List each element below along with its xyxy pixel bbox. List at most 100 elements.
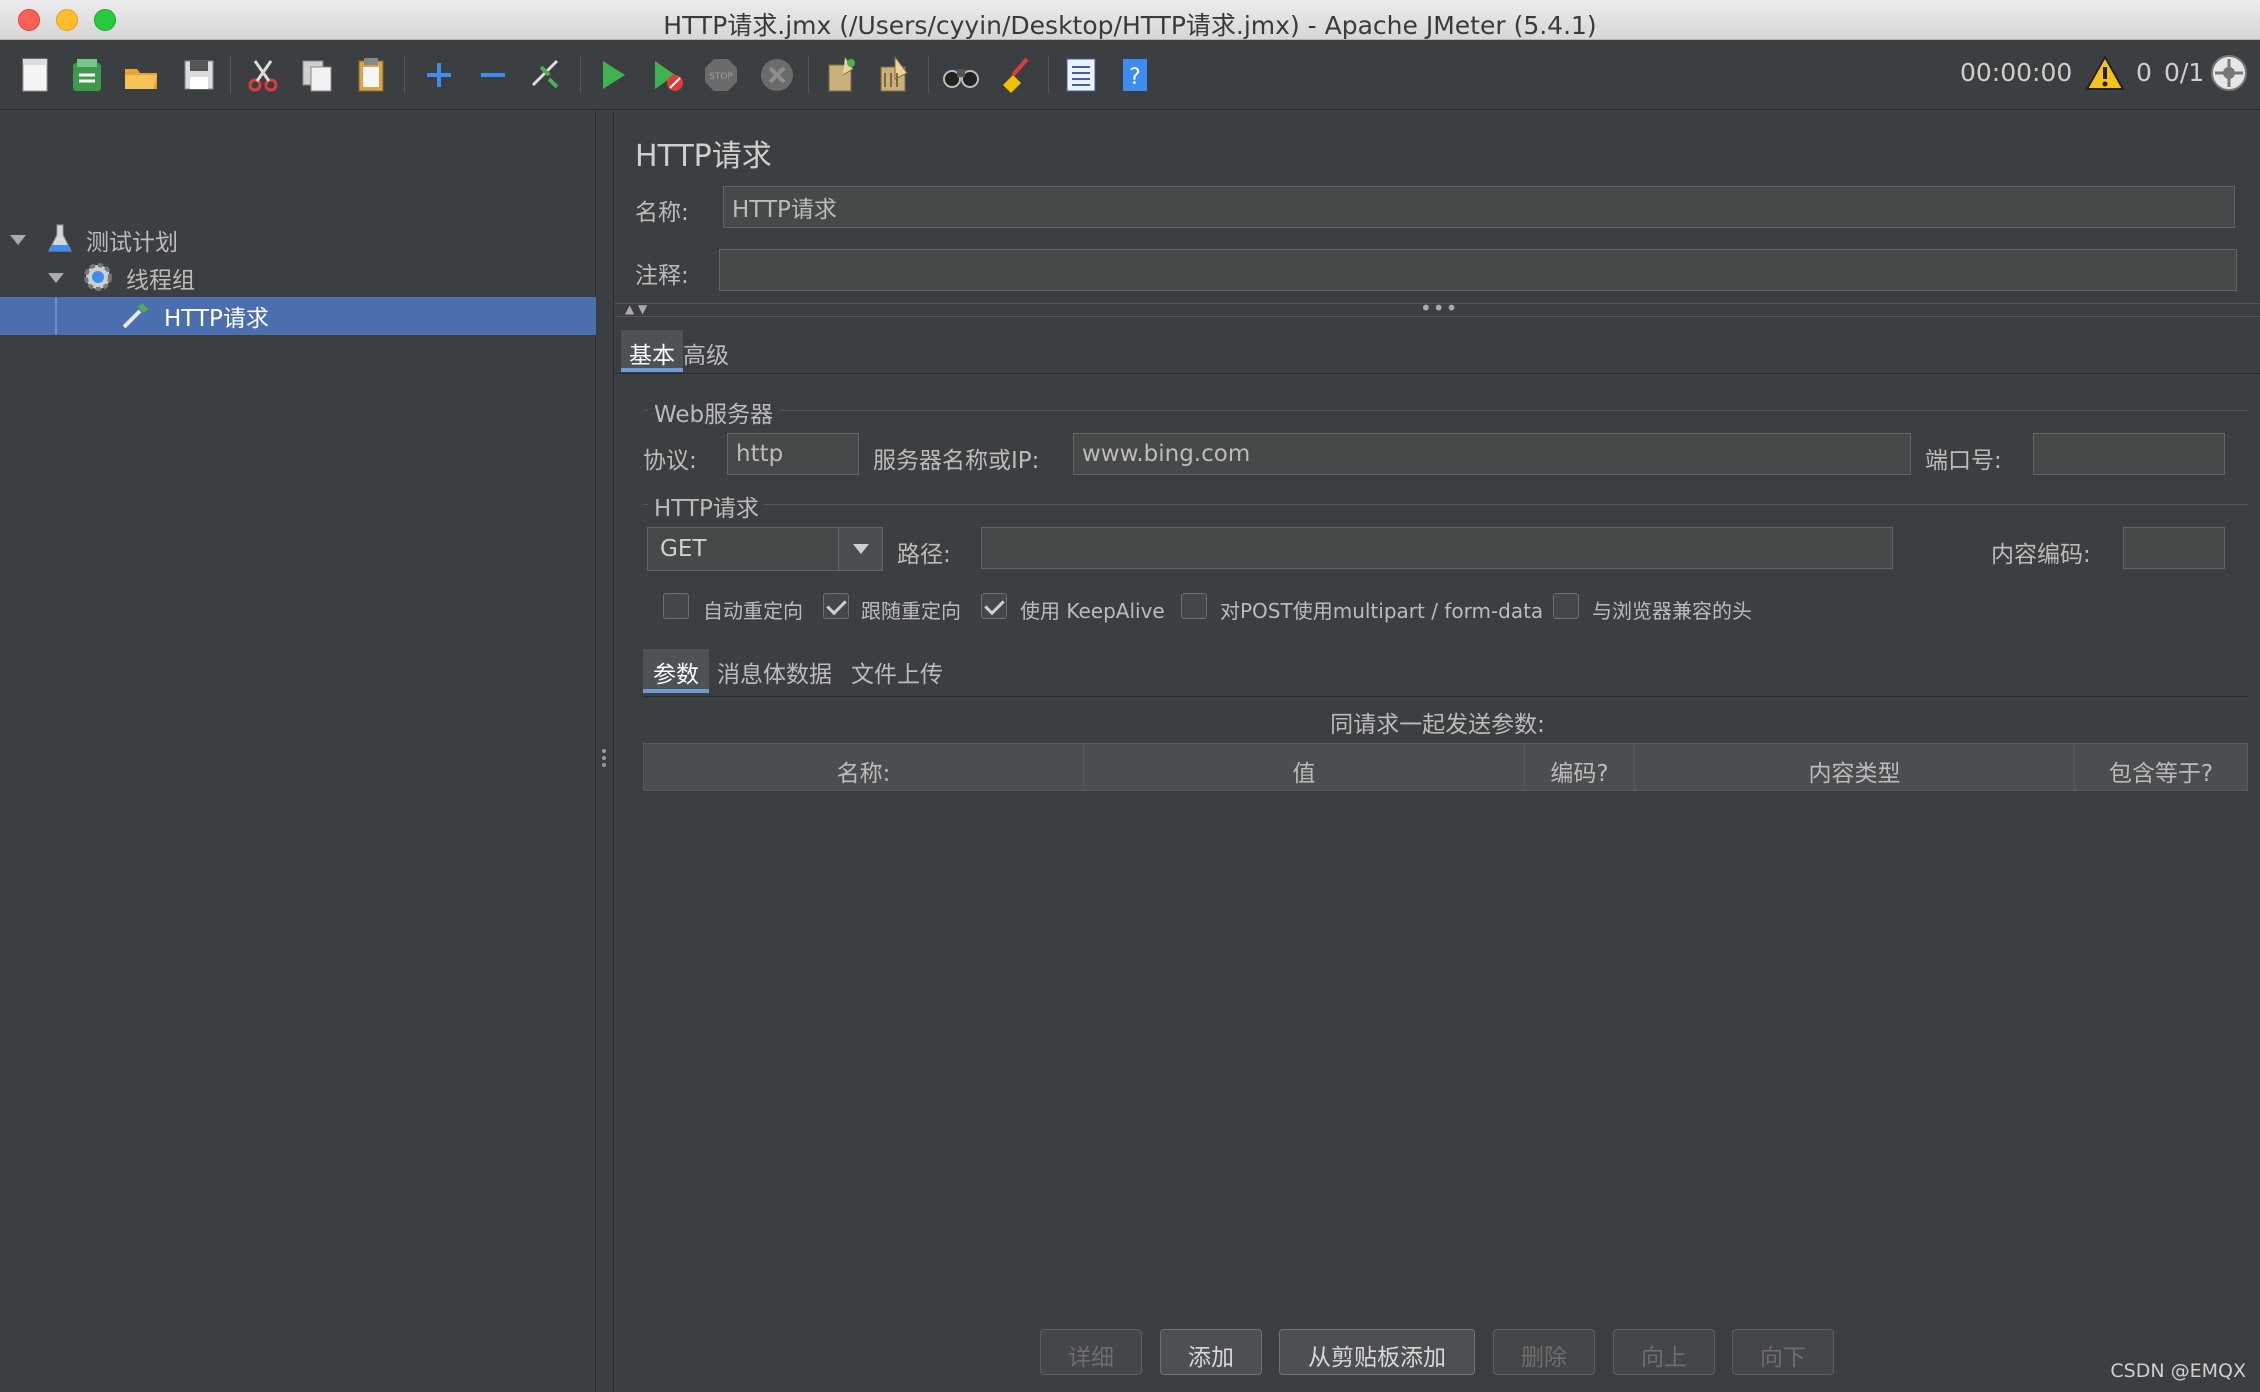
delete-button[interactable]: 删除: [1493, 1329, 1595, 1375]
auto-redirect-checkbox[interactable]: [663, 593, 689, 619]
expand-icon[interactable]: [418, 54, 460, 96]
stop-icon[interactable]: STOP: [700, 54, 742, 96]
sampler-tabs: 基本 高级: [615, 324, 2260, 374]
new-icon[interactable]: [14, 54, 56, 96]
browser-headers-label: 与浏览器兼容的头: [1592, 599, 1752, 623]
tree-guide-line: [55, 297, 57, 335]
server-field[interactable]: [1073, 433, 1911, 475]
chevron-down-icon[interactable]: [838, 528, 882, 570]
watermark: CSDN @EMQX: [2110, 1360, 2246, 1382]
tree-expand-toggle[interactable]: [48, 273, 64, 283]
column-header-encode[interactable]: 编码?: [1525, 744, 1635, 790]
svg-text:?: ?: [1129, 65, 1141, 90]
encoding-field[interactable]: [2123, 527, 2225, 569]
tree-item-test-plan[interactable]: 测试计划: [0, 221, 596, 259]
method-select[interactable]: GET: [647, 527, 883, 571]
open-icon[interactable]: [120, 54, 162, 96]
warning-icon[interactable]: [2084, 52, 2126, 94]
move-down-button[interactable]: 向下: [1732, 1329, 1834, 1375]
tab-parameters[interactable]: 参数: [643, 649, 709, 693]
follow-redirect-checkbox[interactable]: [823, 593, 849, 619]
search-icon[interactable]: [940, 54, 982, 96]
tree-item-label: 线程组: [126, 268, 195, 294]
name-field[interactable]: [723, 186, 2235, 228]
toolbar: STOP ? 00:00:00 0 0/1: [0, 40, 2260, 110]
http-request-group-title: HTTP请求: [648, 489, 765, 523]
jmeter-window: HTTP请求.jmx (/Users/cyyin/Desktop/HTTP请求.…: [0, 0, 2260, 1392]
thread-ratio: 0/1: [2164, 58, 2205, 87]
templates-icon[interactable]: [66, 54, 108, 96]
clear-all-icon[interactable]: [874, 54, 916, 96]
gear-icon: [82, 261, 114, 293]
keepalive-label: 使用 KeepAlive: [1020, 599, 1165, 623]
start-no-pause-icon[interactable]: [646, 54, 688, 96]
help-icon[interactable]: ?: [1114, 54, 1156, 96]
window-title: HTTP请求.jmx (/Users/cyyin/Desktop/HTTP请求.…: [663, 11, 1597, 40]
path-field[interactable]: [981, 527, 1893, 569]
tab-advanced[interactable]: 高级: [675, 330, 737, 372]
copy-icon[interactable]: [296, 54, 338, 96]
paste-icon[interactable]: [350, 54, 392, 96]
params-table-header: 名称: 值 编码? 内容类型 包含等于?: [643, 743, 2248, 791]
browser-headers-checkbox[interactable]: [1553, 593, 1579, 619]
panel-title: HTTP请求: [635, 139, 772, 174]
remote-status-icon[interactable]: [2208, 52, 2250, 94]
comment-label: 注释:: [635, 263, 689, 289]
ellipsis-icon: •••: [1420, 296, 1459, 320]
collapse-icon[interactable]: [472, 54, 514, 96]
http-sampler-panel: HTTP请求 名称: 注释: ▲ ▼ ••• 基本 高级 Web服务器 协议: …: [615, 111, 2260, 1392]
tree-item-thread-group[interactable]: 线程组: [0, 259, 596, 297]
collapse-bar[interactable]: ▲ ▼ •••: [615, 296, 2260, 320]
move-up-button[interactable]: 向上: [1613, 1329, 1715, 1375]
column-header-include-equals[interactable]: 包含等于?: [2075, 744, 2247, 790]
protocol-label: 协议:: [643, 448, 697, 474]
add-button[interactable]: 添加: [1160, 1329, 1262, 1375]
cut-icon[interactable]: [242, 54, 284, 96]
tree-expand-toggle[interactable]: [10, 235, 26, 245]
protocol-field[interactable]: [727, 433, 859, 475]
split-pane-divider[interactable]: [596, 111, 614, 1392]
server-label: 服务器名称或IP:: [873, 448, 1040, 474]
multipart-checkbox[interactable]: [1181, 593, 1207, 619]
start-icon[interactable]: [592, 54, 634, 96]
web-server-group-title: Web服务器: [648, 395, 780, 429]
column-header-value[interactable]: 值: [1084, 744, 1525, 790]
name-label: 名称:: [635, 200, 689, 226]
multipart-label: 对POST使用multipart / form-data: [1220, 599, 1544, 623]
column-header-name[interactable]: 名称:: [644, 744, 1084, 790]
detail-button[interactable]: 详细: [1040, 1329, 1142, 1375]
add-from-clipboard-button[interactable]: 从剪贴板添加: [1279, 1329, 1475, 1375]
column-header-content-type[interactable]: 内容类型: [1635, 744, 2075, 790]
save-icon[interactable]: [178, 54, 220, 96]
tab-file-upload[interactable]: 文件上传: [841, 649, 953, 693]
method-value: GET: [660, 536, 707, 562]
tree-item-label: 测试计划: [86, 230, 178, 256]
toggle-icon[interactable]: [526, 54, 568, 96]
collapse-arrows-icon[interactable]: ▲ ▼: [625, 302, 647, 316]
clear-icon[interactable]: [820, 54, 862, 96]
tree-item-label: HTTP请求: [164, 306, 269, 332]
reset-search-icon[interactable]: [994, 54, 1036, 96]
elapsed-timer: 00:00:00: [1960, 58, 2073, 87]
http-request-group-border: [643, 504, 2248, 505]
path-label: 路径:: [897, 542, 951, 568]
shutdown-icon[interactable]: [756, 54, 798, 96]
port-field[interactable]: [2033, 433, 2225, 475]
pipette-icon: [120, 299, 152, 331]
comment-field[interactable]: [719, 249, 2237, 291]
port-label: 端口号:: [1925, 448, 2002, 474]
params-caption: 同请求一起发送参数:: [1330, 712, 1545, 738]
tree-item-http-request[interactable]: HTTP请求: [0, 297, 596, 335]
warning-count: 0: [2136, 58, 2152, 87]
svg-text:STOP: STOP: [709, 72, 733, 82]
tab-basic[interactable]: 基本: [621, 330, 683, 372]
test-plan-tree: 测试计划 线程组 HTTP请求: [0, 111, 596, 1392]
function-helper-icon[interactable]: [1060, 54, 1102, 96]
encoding-label: 内容编码:: [1991, 542, 2091, 568]
follow-redirect-label: 跟随重定向: [861, 599, 961, 623]
title-bar: HTTP请求.jmx (/Users/cyyin/Desktop/HTTP请求.…: [0, 0, 2260, 40]
tab-body-data[interactable]: 消息体数据: [707, 649, 842, 693]
web-server-group-border: [643, 410, 2248, 411]
keepalive-checkbox[interactable]: [981, 593, 1007, 619]
divider-grip-icon: [602, 746, 606, 770]
